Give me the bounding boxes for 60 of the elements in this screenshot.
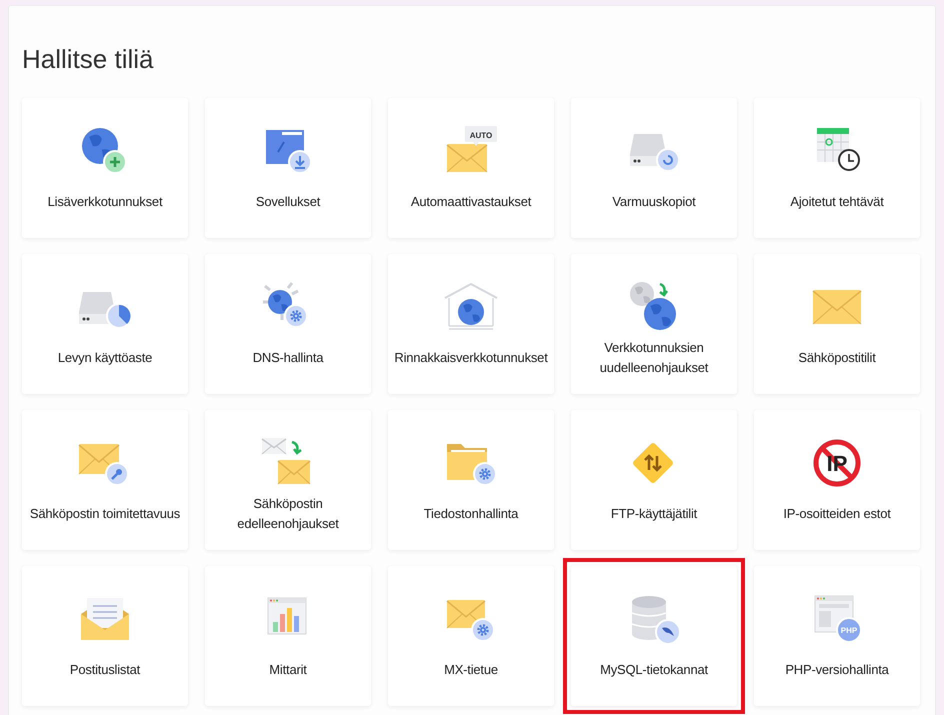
tile-card[interactable]: Varmuuskopiot	[571, 98, 737, 238]
tile-label: Tiedostonhallinta	[424, 505, 518, 523]
tile-card[interactable]: PHP PHP-versiohallinta	[754, 566, 920, 706]
envelope-key-icon	[78, 444, 129, 486]
tile-card[interactable]: Rinnakkaisverkkotunnukset	[388, 254, 554, 394]
tile-label: Sovellukset	[256, 193, 320, 211]
open-envelope-icon	[81, 598, 129, 640]
icon-label: PHP	[840, 626, 858, 635]
tile-label: MySQL-tietokannat	[600, 661, 708, 679]
tile-label: PHP-versiohallinta	[785, 661, 889, 679]
globe-gear-icon	[262, 282, 308, 328]
browser-window-icon	[814, 596, 862, 643]
tile-card[interactable]: DNS-hallinta	[205, 254, 371, 394]
tile-label: DNS-hallinta	[252, 349, 324, 367]
envelope-icon	[812, 290, 862, 324]
tile-label: Varmuuskopiot	[612, 193, 696, 211]
icon-label: AUTO	[470, 131, 492, 140]
tile-card[interactable]: Sovellukset	[205, 98, 371, 238]
tile-card[interactable]: Tiedostonhallinta	[388, 410, 554, 550]
tile-card[interactable]: Levyn käyttöaste	[22, 254, 188, 394]
tile-label: MX-tietue	[444, 661, 498, 679]
calendar-clock-icon	[816, 128, 860, 171]
drive-restore-icon	[630, 134, 680, 172]
tile-label: Mittarit	[269, 661, 307, 679]
tile-card[interactable]: Sähköpostitilit	[754, 254, 920, 394]
tile-card[interactable]: FTP-käyttäjätilit	[571, 410, 737, 550]
tile-label: Verkkotunnuksien uudelleenohjaukset	[598, 339, 710, 377]
database-icon	[631, 596, 681, 645]
tile-card[interactable]: MX-tietue	[388, 566, 554, 706]
tile-label: Ajoitetut tehtävät	[790, 193, 884, 211]
folder-download-icon	[266, 130, 312, 174]
tile-card[interactable]: Lisäverkkotunnukset	[22, 98, 188, 238]
tile-label: Levyn käyttöaste	[58, 349, 152, 367]
envelope-icon	[446, 126, 497, 172]
house-globe-icon	[444, 282, 498, 330]
tile-label: FTP-käyttäjätilit	[610, 505, 698, 523]
tile-card[interactable]: MySQL-tietokannat	[571, 566, 737, 706]
envelope-forward-icon	[262, 438, 310, 484]
tile-label: Automaattivastaukset	[410, 193, 532, 211]
tile-card[interactable]: Verkkotunnuksien uudelleenohjaukset	[571, 254, 737, 394]
tile-label: Sähköpostitilit	[798, 349, 876, 367]
envelope-gear-icon	[446, 600, 495, 642]
tile-label: Rinnakkaisverkkotunnukset	[394, 349, 548, 367]
tile-card[interactable]: AUTO Automaattivastaukset	[388, 98, 554, 238]
bar-chart-icon	[268, 598, 306, 634]
globe-plus-icon	[82, 128, 127, 174]
folder-gear-icon	[447, 444, 497, 486]
globes-arrow-icon	[630, 282, 676, 330]
tile-label: Lisäverkkotunnukset	[48, 193, 162, 211]
tile-label: Sähköpostin toimitettavuus	[30, 505, 180, 523]
tile-label: IP-osoitteiden estot	[783, 505, 891, 523]
page-title: Hallitse tiliä	[22, 43, 154, 75]
tile-card[interactable]: Sähköpostin edelleenohjaukset	[205, 410, 371, 550]
tile-card[interactable]: Mittarit	[205, 566, 371, 706]
drive-pie-chart-icon	[79, 292, 132, 329]
tile-card[interactable]: Postituslistat	[22, 566, 188, 706]
tile-card[interactable]: Ajoitetut tehtävät	[754, 98, 920, 238]
tile-label: Sähköpostin edelleenohjaukset	[236, 495, 340, 533]
tile-card[interactable]: Sähköpostin toimitettavuus	[22, 410, 188, 550]
tile-label: Postituslistat	[70, 661, 140, 679]
